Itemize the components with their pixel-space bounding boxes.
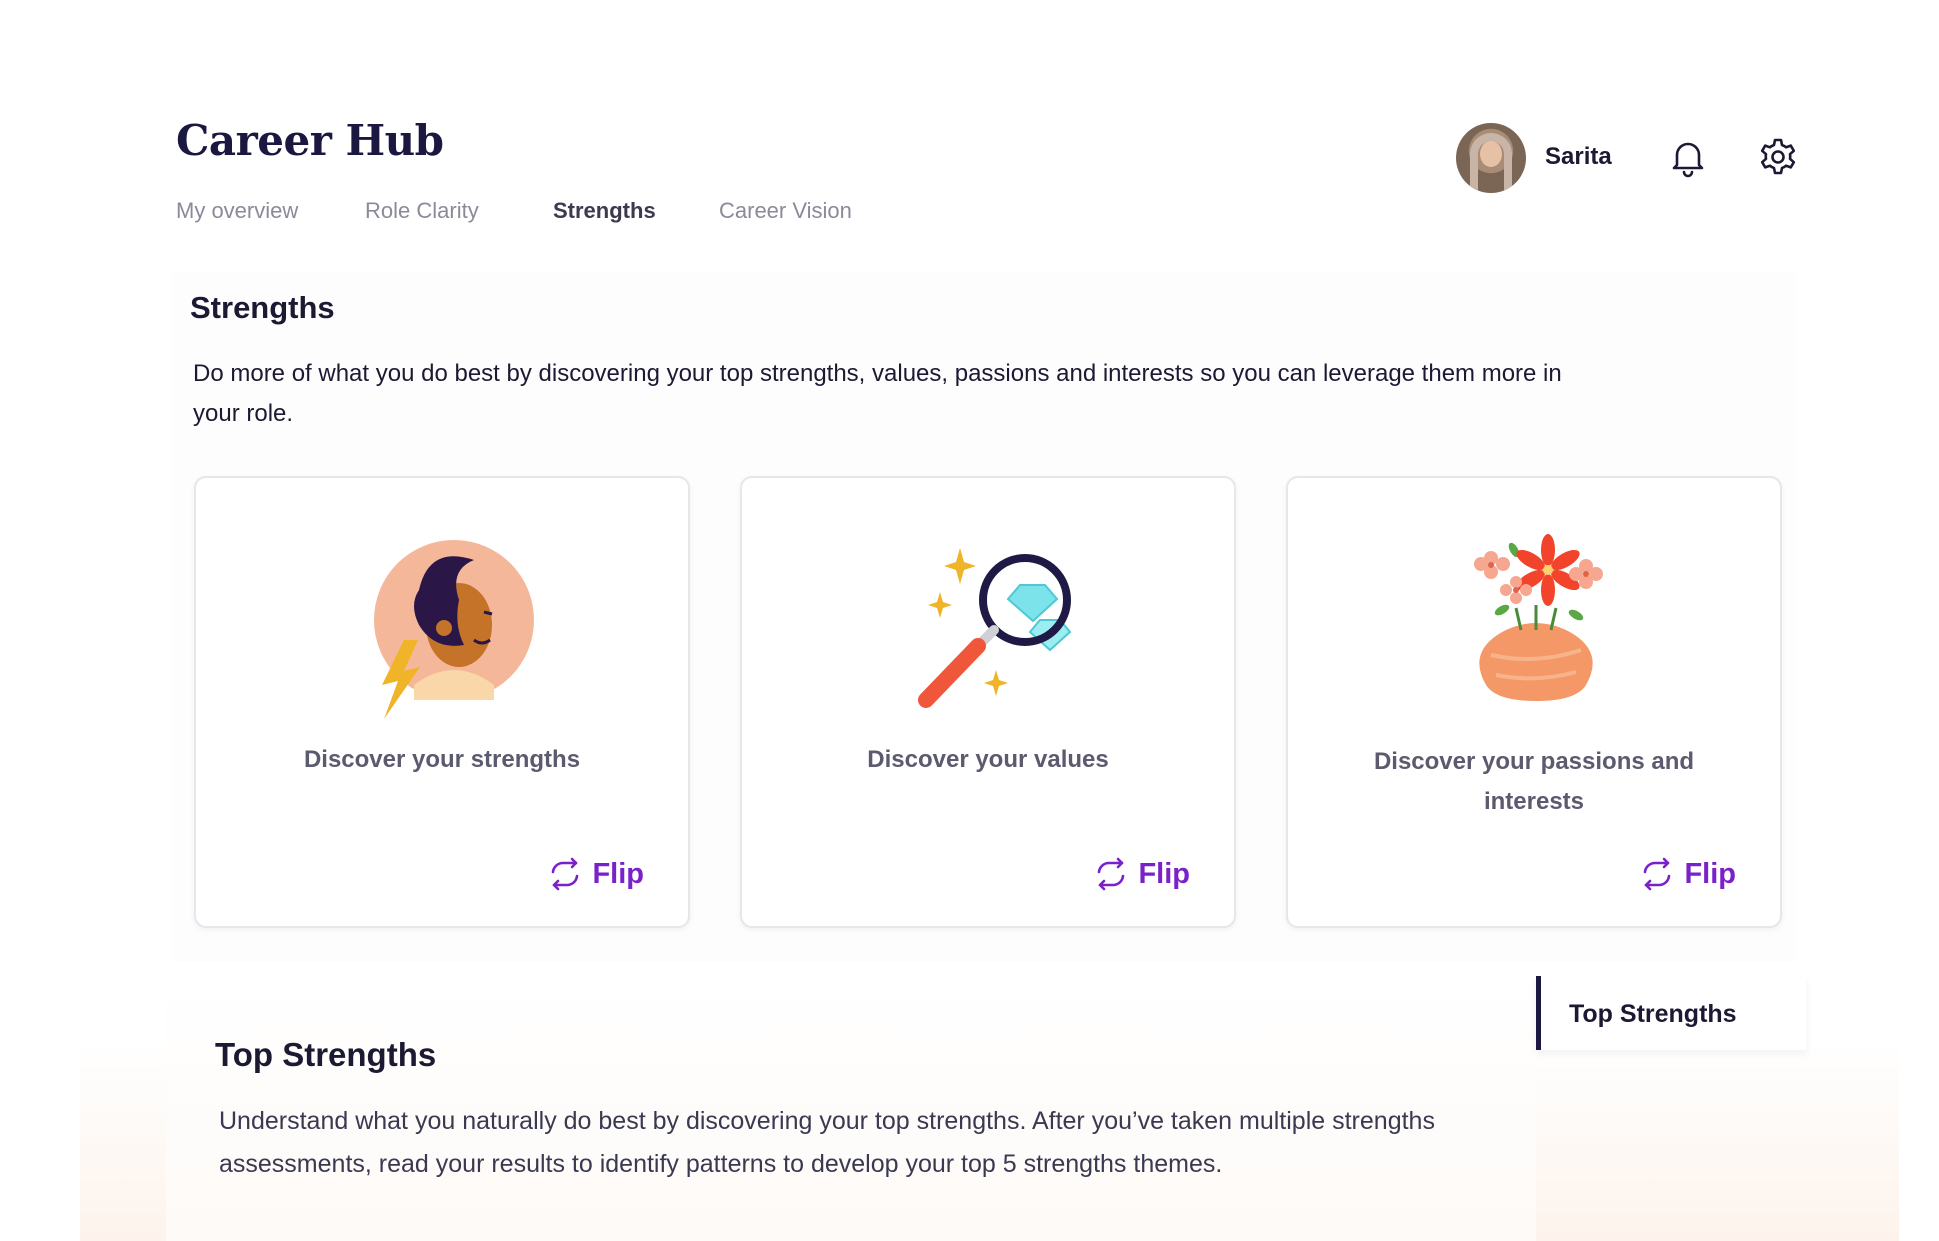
flip-icon <box>1098 857 1125 891</box>
card-label: Discover your values <box>867 746 1109 773</box>
avatar[interactable] <box>1456 123 1526 193</box>
flip-label: Flip <box>592 857 644 890</box>
person-lightning-illustration <box>344 520 544 720</box>
flip-button[interactable]: Flip <box>546 854 644 894</box>
top-strengths-title: Top Strengths <box>215 1036 437 1073</box>
tab-career-vision[interactable]: Career Vision <box>719 198 852 224</box>
tab-strengths[interactable]: Strengths <box>553 198 656 224</box>
card-strengths[interactable]: Discover your strengths Flip <box>194 476 690 928</box>
user-area: Sarita <box>1456 123 1796 193</box>
flip-button[interactable]: Flip <box>1638 854 1736 894</box>
section-description: Do more of what you do best by discoveri… <box>193 360 1562 427</box>
flip-label: Flip <box>1138 857 1190 890</box>
app-title: Career Hub <box>176 116 444 165</box>
card-values[interactable]: Discover your values Flip <box>740 476 1236 928</box>
card-passions[interactable]: Discover your passions and interests Fli… <box>1286 476 1782 928</box>
card-label: Discover your passions and interests <box>1373 748 1695 815</box>
gear-icon[interactable] <box>1756 135 1800 179</box>
flip-button[interactable]: Flip <box>1092 854 1190 894</box>
magnifier-diamond-illustration <box>890 520 1090 720</box>
card-label: Discover your strengths <box>303 746 581 773</box>
flip-icon <box>1644 857 1671 891</box>
flower-vase-illustration <box>1436 520 1636 720</box>
top-strengths-description: Understand what you naturally do best by… <box>219 1107 1435 1178</box>
side-nav: Top Strengths <box>1536 976 1806 1050</box>
section-title: Strengths <box>190 290 335 325</box>
side-nav-item-top-strengths[interactable]: Top Strengths <box>1569 1000 1737 1029</box>
user-name[interactable]: Sarita <box>1545 143 1612 171</box>
bell-icon[interactable] <box>1666 135 1710 179</box>
tab-my-overview[interactable]: My overview <box>176 198 298 224</box>
flip-icon <box>552 857 579 891</box>
flip-label: Flip <box>1684 857 1736 890</box>
tab-role-clarity[interactable]: Role Clarity <box>365 198 479 224</box>
